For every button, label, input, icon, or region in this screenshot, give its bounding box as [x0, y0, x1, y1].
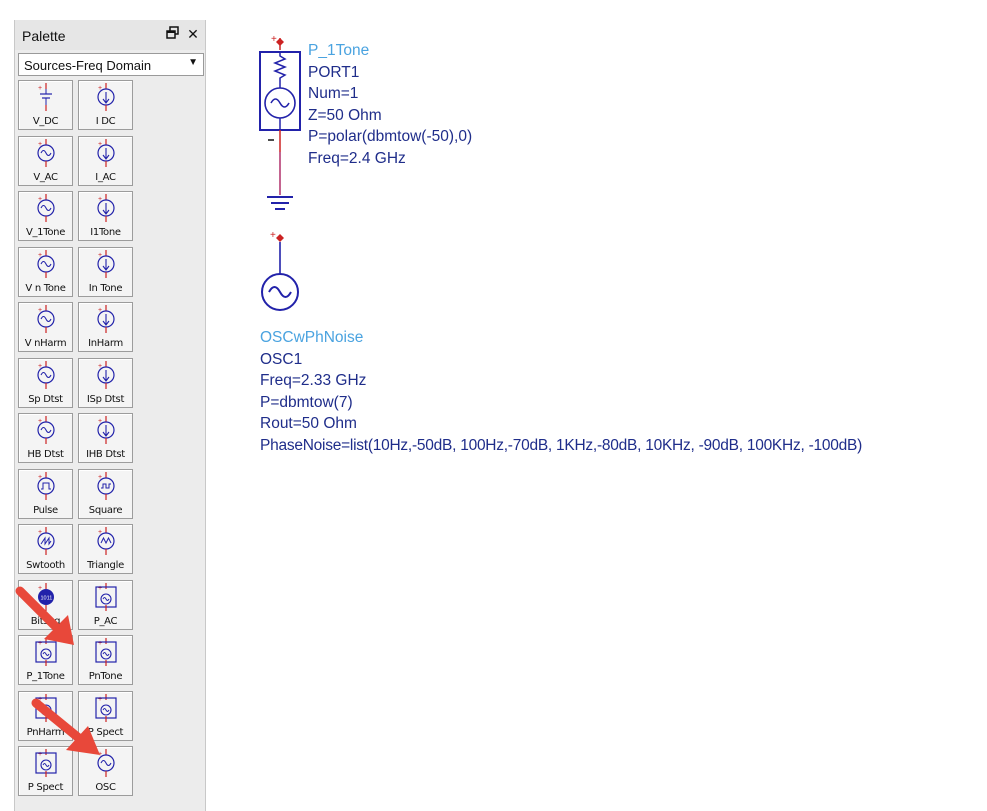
- palette-item-square[interactable]: + Square: [78, 468, 133, 519]
- palette-item-swtooth[interactable]: + Swtooth: [18, 524, 73, 574]
- palette-item-label: V n Tone: [25, 282, 66, 294]
- palette-item-label: Square: [88, 504, 123, 516]
- palette-item-v-nharm[interactable]: + V nHarm: [18, 302, 73, 352]
- palette-item-i-dc[interactable]: + I DC: [78, 80, 133, 130]
- port-type-label: P_1Tone: [308, 42, 370, 59]
- palette-item-sp-dtst[interactable]: + Sp Dtst: [18, 357, 73, 408]
- palette-item-triangle[interactable]: + Triangle: [78, 524, 133, 574]
- palette-item-v-ac[interactable]: + V_AC: [18, 135, 73, 186]
- schematic-canvas[interactable]: + + P_1Tone PORT1 Num=1 Z=50 Ohm P=polar…: [240, 30, 987, 470]
- palette-item-label: OSC: [95, 782, 116, 793]
- osc-type-label: OSCwPhNoise: [260, 329, 364, 346]
- palette-item-label: P_AC: [93, 615, 118, 627]
- palette-item-in-tone[interactable]: + In Tone: [78, 246, 133, 297]
- float-window-icon[interactable]: [165, 26, 181, 42]
- palette-item-label: Pulse: [33, 504, 58, 516]
- port-label-block[interactable]: P_1Tone PORT1 Num=1 Z=50 Ohm P=polar(dbm…: [308, 40, 472, 170]
- highlight-arrow-icon: [15, 586, 74, 645]
- port-instance-name: PORT1: [308, 63, 360, 81]
- palette-item-label: V_AC: [33, 171, 58, 183]
- osc-param: P=dbmtow(7): [260, 393, 353, 411]
- palette-item-label: Sp Dtst: [28, 393, 63, 405]
- port-param: Freq=2.4 GHz: [308, 149, 406, 167]
- osc-label-block[interactable]: OSCwPhNoise OSC1 Freq=2.33 GHz P=dbmtow(…: [260, 327, 862, 457]
- svg-text:+: +: [271, 34, 277, 45]
- port-param: P=polar(dbmtow(-50),0): [308, 128, 473, 146]
- palette-item-p-ac[interactable]: + P_AC: [78, 579, 133, 630]
- palette-item-label: IHB Dtst: [86, 449, 125, 460]
- palette-item-ihb-dtst[interactable]: + IHB Dtst: [78, 413, 133, 463]
- port-symbol[interactable]: +: [259, 34, 301, 152]
- palette-item-v-n-tone[interactable]: + V n Tone: [18, 246, 73, 297]
- osc-param: PhaseNoise=list(10Hz,-50dB, 100Hz,-70dB,…: [260, 436, 862, 454]
- palette-item-label: Swtooth: [26, 560, 65, 571]
- palette-item-pntone[interactable]: + PnTone: [78, 635, 133, 685]
- palette-item-label: In Tone: [88, 282, 123, 294]
- palette-title-bar: Palette ✕: [15, 20, 205, 50]
- palette-item-label: InHarm: [88, 338, 123, 349]
- svg-text:+: +: [38, 85, 42, 92]
- palette-panel: Palette ✕ Sources-Freq Domain ▼ + V_DC + I …: [14, 20, 206, 811]
- palette-item-i-ac[interactable]: + I_AC: [78, 135, 133, 186]
- svg-text:+: +: [98, 640, 102, 647]
- palette-item-hb-dtst[interactable]: + HB Dtst: [18, 413, 73, 463]
- palette-item-label: HB Dtst: [27, 449, 64, 460]
- palette-item-pulse[interactable]: + Pulse: [18, 468, 73, 519]
- palette-item-i1tone[interactable]: + I1Tone: [78, 191, 133, 241]
- palette-category-value: Sources-Freq Domain: [24, 58, 152, 73]
- palette-item-v-dc[interactable]: + V_DC: [18, 80, 73, 130]
- palette-title: Palette: [22, 28, 66, 44]
- palette-item-label: I1Tone: [90, 227, 121, 238]
- palette-item-v-1tone[interactable]: + V_1Tone: [18, 191, 73, 241]
- chevron-down-icon: ▼: [188, 57, 198, 68]
- palette-item-label: P_1Tone: [26, 671, 65, 682]
- palette-item-inharm[interactable]: + InHarm: [78, 302, 133, 352]
- svg-text:+: +: [270, 230, 276, 241]
- svg-text:+: +: [98, 585, 102, 592]
- oscillator-symbol[interactable]: +: [261, 230, 299, 311]
- palette-item-label: P Spect: [27, 782, 64, 793]
- osc-param: Freq=2.33 GHz: [260, 372, 367, 390]
- port-param: Num=1: [308, 85, 359, 103]
- palette-item-label: V nHarm: [24, 338, 67, 349]
- highlight-arrow-icon: [31, 698, 100, 755]
- palette-item-label: PnTone: [88, 671, 123, 682]
- palette-item-label: V_DC: [32, 116, 59, 127]
- close-icon[interactable]: ✕: [185, 26, 201, 42]
- palette-item-isp-dtst[interactable]: + ISp Dtst: [78, 357, 133, 408]
- palette-item-label: I_AC: [95, 171, 116, 183]
- osc-param: Rout=50 Ohm: [260, 415, 357, 433]
- palette-item-label: I DC: [95, 116, 116, 127]
- ground-icon: [267, 196, 293, 210]
- palette-item-label: ISp Dtst: [86, 393, 125, 405]
- port-param: Z=50 Ohm: [308, 106, 382, 124]
- palette-item-label: Triangle: [87, 560, 124, 571]
- osc-instance-name: OSC1: [260, 350, 303, 368]
- palette-item-label: V_1Tone: [25, 227, 66, 238]
- palette-category-dropdown[interactable]: Sources-Freq Domain ▼: [18, 53, 204, 76]
